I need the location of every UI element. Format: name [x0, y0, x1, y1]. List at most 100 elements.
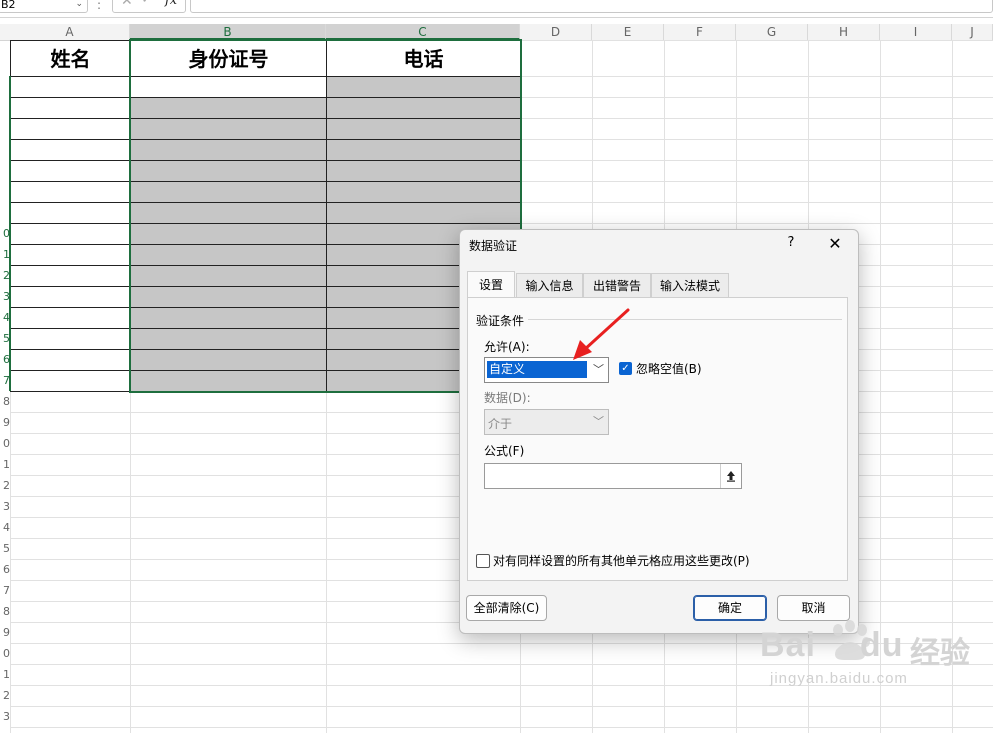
- row-number[interactable]: 2: [0, 475, 10, 496]
- column-header-j[interactable]: J: [952, 24, 993, 40]
- table-cell[interactable]: [10, 349, 131, 371]
- table-cell[interactable]: [10, 181, 131, 203]
- table-cell[interactable]: [10, 202, 131, 224]
- table-cell[interactable]: [130, 349, 327, 371]
- table-cell[interactable]: [130, 202, 327, 224]
- data-validation-dialog: 数据验证 ? ✕ 设置 输入信息 出错警告 输入法模式 验证条件 允许(A): …: [459, 229, 859, 634]
- grid-line: [10, 727, 993, 728]
- row-number[interactable]: 7: [0, 580, 10, 601]
- table-cell[interactable]: [10, 223, 131, 245]
- table-cell[interactable]: [10, 160, 131, 182]
- row-number[interactable]: 0: [0, 433, 10, 454]
- column-header-d[interactable]: D: [520, 24, 592, 40]
- table-cell[interactable]: [130, 244, 327, 266]
- table-cell[interactable]: [10, 118, 131, 140]
- table-cell[interactable]: [130, 328, 327, 350]
- column-header-e[interactable]: E: [592, 24, 664, 40]
- data-label: 数据(D):: [484, 391, 531, 405]
- table-cell[interactable]: [10, 307, 131, 329]
- column-header-i[interactable]: I: [880, 24, 952, 40]
- table-cell[interactable]: [10, 265, 131, 287]
- column-header-g[interactable]: G: [736, 24, 808, 40]
- formula-input-field[interactable]: [484, 463, 742, 489]
- table-cell[interactable]: [326, 97, 521, 119]
- collapse-dialog-button[interactable]: [720, 464, 741, 488]
- table-cell[interactable]: [10, 286, 131, 308]
- table-cell[interactable]: [326, 160, 521, 182]
- watermark-brand-du: du: [859, 626, 904, 664]
- cancel-icon[interactable]: ✕: [121, 0, 133, 9]
- row-number[interactable]: [0, 40, 10, 76]
- table-cell[interactable]: [130, 160, 327, 182]
- cancel-button[interactable]: 取消: [777, 595, 850, 621]
- table-cell[interactable]: [326, 76, 521, 98]
- column-header-b[interactable]: B: [130, 24, 326, 40]
- row-number[interactable]: 8: [0, 601, 10, 622]
- tab-ime-mode[interactable]: 输入法模式: [651, 273, 729, 297]
- table-cell[interactable]: [326, 202, 521, 224]
- table-header-cell[interactable]: 电话: [326, 40, 521, 77]
- tab-settings[interactable]: 设置: [467, 271, 515, 298]
- formula-input[interactable]: [190, 0, 993, 13]
- table-cell[interactable]: [130, 265, 327, 287]
- formula-label: 公式(F): [484, 444, 525, 458]
- table-cell[interactable]: [10, 370, 131, 392]
- apply-all-label[interactable]: 对有同样设置的所有其他单元格应用这些更改(P): [493, 552, 750, 569]
- table-cell[interactable]: [10, 76, 131, 98]
- settings-panel: 验证条件 允许(A): 自定义 ﹀ ✓ 忽略空值(B) 数据(D): 介于 ﹀ …: [467, 297, 848, 581]
- row-number[interactable]: 6: [0, 559, 10, 580]
- validation-criteria-label: 验证条件: [476, 314, 525, 328]
- table-cell[interactable]: [130, 370, 327, 392]
- table-header-cell[interactable]: 姓名: [10, 40, 131, 77]
- row-number[interactable]: 2: [0, 685, 10, 706]
- tab-error-alert[interactable]: 出错警告: [583, 273, 651, 297]
- check-icon[interactable]: ✓: [141, 0, 153, 7]
- row-number[interactable]: 9: [0, 622, 10, 643]
- row-number[interactable]: 1: [0, 454, 10, 475]
- column-header-c[interactable]: C: [326, 24, 520, 40]
- column-header-h[interactable]: H: [808, 24, 880, 40]
- table-cell[interactable]: [130, 307, 327, 329]
- table-header-cell[interactable]: 身份证号: [130, 40, 327, 77]
- fx-icon[interactable]: fx: [165, 0, 177, 8]
- apply-all-checkbox[interactable]: [476, 554, 490, 568]
- column-header-f[interactable]: F: [664, 24, 736, 40]
- dialog-title: 数据验证: [469, 239, 518, 253]
- tab-input-message[interactable]: 输入信息: [516, 273, 583, 297]
- table-cell[interactable]: [10, 244, 131, 266]
- selection-edge: [9, 76, 11, 391]
- row-number[interactable]: 8: [0, 391, 10, 412]
- allow-label: 允许(A):: [484, 340, 530, 354]
- row-number[interactable]: 0: [0, 643, 10, 664]
- table-cell[interactable]: [10, 139, 131, 161]
- table-cell[interactable]: [130, 118, 327, 140]
- help-button[interactable]: ?: [783, 235, 799, 253]
- row-number[interactable]: 1: [0, 664, 10, 685]
- row-number[interactable]: 3: [0, 496, 10, 517]
- ignore-blank-label[interactable]: 忽略空值(B): [636, 360, 702, 377]
- table-cell[interactable]: [130, 97, 327, 119]
- table-cell[interactable]: [130, 76, 327, 98]
- name-box[interactable]: B2 ⌄: [0, 0, 88, 13]
- column-header-a[interactable]: A: [10, 24, 130, 40]
- baidu-watermark: Bai du 经验 jingyan.baidu.com: [760, 620, 985, 710]
- table-cell[interactable]: [326, 181, 521, 203]
- table-cell[interactable]: [130, 181, 327, 203]
- table-cell[interactable]: [130, 139, 327, 161]
- table-cell[interactable]: [10, 328, 131, 350]
- clear-all-button[interactable]: 全部清除(C): [466, 595, 547, 621]
- table-cell[interactable]: [130, 286, 327, 308]
- row-number[interactable]: 3: [0, 706, 10, 727]
- row-number[interactable]: 4: [0, 517, 10, 538]
- chevron-down-icon[interactable]: ﹀: [593, 413, 604, 429]
- close-button[interactable]: ✕: [826, 234, 844, 253]
- table-cell[interactable]: [326, 139, 521, 161]
- chevron-down-icon[interactable]: ⌄: [75, 0, 83, 14]
- table-cell[interactable]: [130, 223, 327, 245]
- table-cell[interactable]: [326, 118, 521, 140]
- data-select[interactable]: 介于 ﹀: [484, 409, 609, 435]
- ok-button[interactable]: 确定: [693, 595, 767, 621]
- row-number[interactable]: 5: [0, 538, 10, 559]
- table-cell[interactable]: [10, 97, 131, 119]
- row-number[interactable]: 9: [0, 412, 10, 433]
